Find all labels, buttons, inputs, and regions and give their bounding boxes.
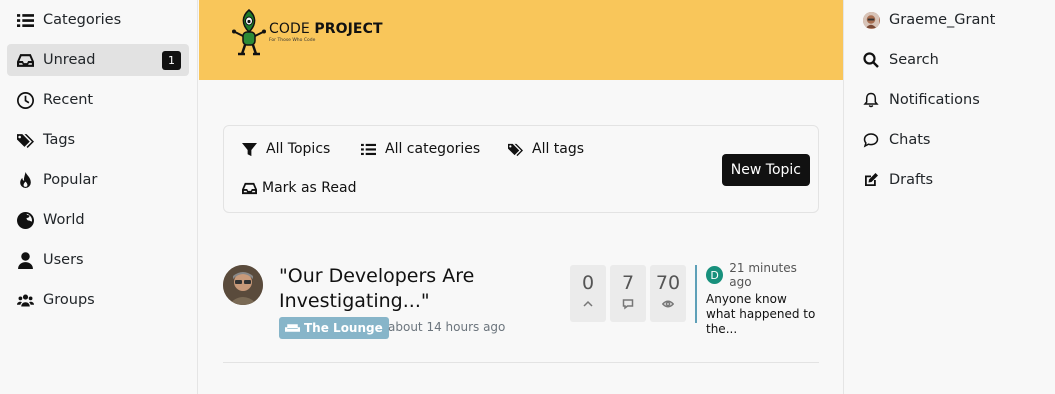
- views-stat: 70: [650, 265, 686, 322]
- logo-title: CODE PROJECT: [269, 21, 383, 37]
- list-icon: [361, 143, 376, 155]
- code-project-logo-icon: [229, 8, 269, 62]
- drafts-label: Drafts: [889, 172, 934, 188]
- posts-count: 7: [621, 272, 635, 294]
- eye-icon: [650, 295, 686, 314]
- last-post-teaser[interactable]: D 21 minutes ago Anyone know what happen…: [695, 261, 819, 336]
- filter-icon: [242, 142, 257, 156]
- clock-icon: [16, 91, 34, 109]
- topic-toolbar: All Topics All categories All tags Mark …: [223, 125, 819, 213]
- chat-bubble-icon: [862, 131, 880, 149]
- nav-item-unread[interactable]: Unread 1: [7, 44, 189, 76]
- nav-label: Unread: [43, 52, 96, 68]
- nav-item-world[interactable]: World: [7, 204, 189, 236]
- chats-link[interactable]: Chats: [853, 124, 1055, 156]
- category-badge[interactable]: The Lounge: [279, 317, 389, 339]
- votes-count: 0: [581, 272, 595, 294]
- teaser-header: D 21 minutes ago: [706, 261, 819, 289]
- nav-item-recent[interactable]: Recent: [7, 84, 189, 116]
- user-avatar-icon: [862, 11, 880, 29]
- drafts-link[interactable]: Drafts: [853, 164, 1055, 196]
- nav-label: Tags: [43, 132, 76, 148]
- all-categories-filter-button[interactable]: All categories: [361, 141, 480, 157]
- mark-as-read-label: Mark as Read: [262, 180, 357, 196]
- votes-stat: 0: [570, 265, 606, 322]
- user-profile-link[interactable]: Graeme_Grant: [853, 4, 1055, 36]
- site-logo[interactable]: CODE PROJECT For Those Who Code: [229, 8, 383, 62]
- globe-icon: [16, 211, 34, 229]
- all-tags-filter-button[interactable]: All tags: [508, 141, 584, 157]
- nav-label: Recent: [43, 92, 94, 108]
- user-icon: [16, 251, 34, 269]
- views-count: 70: [655, 272, 681, 294]
- teaser-timestamp[interactable]: 21 minutes ago: [729, 261, 819, 289]
- new-topic-button[interactable]: New Topic: [721, 154, 810, 186]
- main-content: CODE PROJECT For Those Who Code All Topi…: [199, 0, 843, 394]
- bell-icon: [862, 91, 880, 109]
- nav-item-groups[interactable]: Groups: [7, 284, 189, 316]
- list-icon: [16, 11, 34, 29]
- chevron-up-icon: [570, 295, 606, 314]
- nav-item-users[interactable]: Users: [7, 244, 189, 276]
- nav-item-popular[interactable]: Popular: [7, 164, 189, 196]
- nav-item-categories[interactable]: Categories: [7, 4, 189, 36]
- nav-label: Categories: [43, 12, 122, 28]
- edit-icon: [862, 171, 880, 189]
- site-banner: CODE PROJECT For Those Who Code: [199, 0, 843, 80]
- inbox-icon: [16, 51, 34, 69]
- nav-label: Groups: [43, 292, 95, 308]
- left-sidebar: Categories Unread 1 Recent Tags Popular …: [0, 0, 198, 394]
- notifications-label: Notifications: [889, 92, 980, 108]
- topic-title-link[interactable]: "Our Developers Are Investigating...": [279, 264, 519, 314]
- logo-tagline: For Those Who Code: [269, 38, 316, 43]
- search-label: Search: [889, 52, 939, 68]
- message-icon: [610, 295, 646, 314]
- fire-icon: [16, 171, 34, 189]
- search-icon: [862, 51, 880, 69]
- all-tags-label: All tags: [532, 141, 585, 157]
- posts-stat: 7: [610, 265, 646, 322]
- inbox-icon: [242, 182, 257, 194]
- nav-label: Popular: [43, 172, 98, 188]
- all-categories-label: All categories: [385, 141, 481, 157]
- mark-as-read-button[interactable]: Mark as Read: [242, 180, 356, 196]
- unread-count-badge: 1: [162, 50, 181, 70]
- teaser-text: Anyone know what happened to the...: [706, 292, 816, 336]
- username-label: Graeme_Grant: [889, 12, 996, 28]
- notifications-link[interactable]: Notifications: [853, 84, 1055, 116]
- users-icon: [16, 291, 34, 309]
- search-link[interactable]: Search: [853, 44, 1055, 76]
- right-sidebar: Graeme_Grant Search Notifications Chats …: [843, 0, 1055, 394]
- logo-text: CODE PROJECT For Those Who Code: [269, 21, 383, 43]
- chats-label: Chats: [889, 132, 931, 148]
- tags-icon: [508, 143, 523, 156]
- teaser-avatar[interactable]: D: [706, 266, 724, 284]
- topic-row[interactable]: "Our Developers Are Investigating..." Th…: [223, 261, 819, 363]
- all-topics-label: All Topics: [266, 141, 331, 157]
- tags-icon: [16, 131, 34, 149]
- nav-label: World: [43, 212, 85, 228]
- couch-icon: [285, 324, 300, 332]
- topic-timestamp: about 14 hours ago: [388, 320, 506, 334]
- all-topics-filter-button[interactable]: All Topics: [242, 141, 330, 157]
- category-label: The Lounge: [304, 321, 383, 335]
- author-avatar[interactable]: [223, 265, 263, 305]
- nav-item-tags[interactable]: Tags: [7, 124, 189, 156]
- nav-label: Users: [43, 252, 84, 268]
